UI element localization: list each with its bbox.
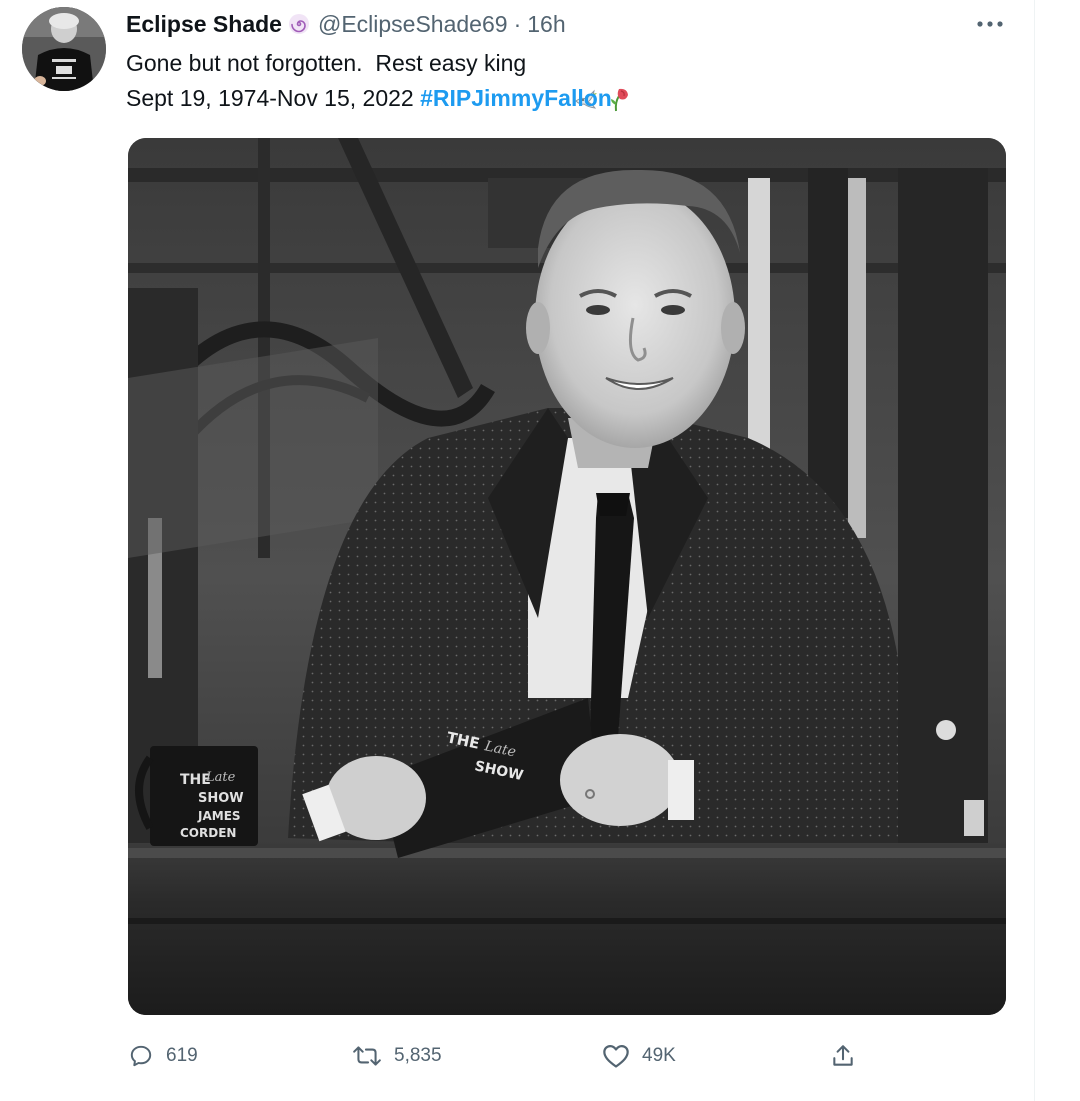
mug-text-james: JAMES (197, 809, 241, 823)
retweet-button[interactable]: 5,835 (352, 1034, 442, 1078)
more-options-button[interactable] (968, 8, 1012, 40)
tweet-text-line-2: Sept 19, 1974-Nov 15, 2022 #RIPJimmyFall… (126, 81, 1006, 116)
spiral-badge-icon (288, 13, 310, 35)
author-handle[interactable]: @EclipseShade69 (318, 11, 508, 38)
like-count: 49K (642, 1045, 676, 1066)
tweet-header: Eclipse Shade @EclipseShade69 · 16h (126, 8, 566, 40)
tweet-timestamp[interactable]: 16h (527, 11, 565, 38)
reply-count: 619 (166, 1045, 198, 1066)
header-separator: · (513, 10, 522, 37)
profile-photo-icon (22, 7, 106, 91)
photo-image: THE Late SHOW THE Late SHOW JAMES CORDEN (128, 138, 1006, 1015)
tweet-action-bar: 619 5,835 49K (126, 1034, 1006, 1078)
mug-text-corden: CORDEN (180, 826, 236, 840)
more-dots-icon (977, 21, 1003, 27)
author-display-name[interactable]: Eclipse Shade (126, 11, 282, 38)
share-button[interactable] (830, 1034, 868, 1078)
reply-icon (130, 1045, 152, 1067)
mug-text-late: Late (205, 770, 236, 785)
dove-emoji-icon (534, 51, 597, 109)
tweet-text-content: Gone but not forgotten. Rest easy king (126, 50, 527, 76)
tweet-media-photo[interactable]: THE Late SHOW THE Late SHOW JAMES CORDEN (128, 138, 1006, 1015)
right-divider (1034, 0, 1035, 1101)
mug-text-show: SHOW (198, 791, 244, 806)
hashtag-link[interactable]: #RIPJimmyFallon (420, 81, 612, 116)
tweet-text: Gone but not forgotten. Rest easy king S… (126, 46, 1006, 116)
show-mug: THE Late SHOW JAMES CORDEN (135, 746, 258, 846)
retweet-icon (353, 1046, 381, 1066)
share-icon (833, 1045, 853, 1066)
tweet-dates-text: Sept 19, 1974-Nov 15, 2022 (126, 85, 421, 111)
retweet-count: 5,835 (394, 1045, 442, 1066)
tweet-text-line-1: Gone but not forgotten. Rest easy king (126, 46, 1006, 111)
author-avatar[interactable] (22, 7, 106, 91)
like-button[interactable]: 49K (602, 1034, 676, 1078)
reply-button[interactable]: 619 (128, 1034, 198, 1078)
wilted-rose-emoji-icon (568, 51, 628, 111)
heart-icon (603, 1044, 629, 1068)
